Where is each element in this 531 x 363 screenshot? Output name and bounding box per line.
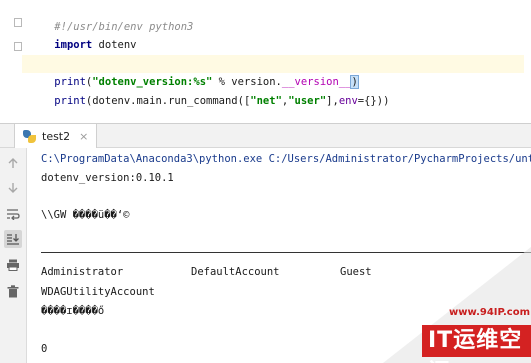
- trash-icon[interactable]: [4, 282, 22, 300]
- fold-marker-icon[interactable]: [14, 18, 22, 27]
- console-user-entry: Guest: [340, 266, 372, 278]
- arrow-down-icon[interactable]: [4, 179, 22, 197]
- function-name: print: [54, 95, 86, 107]
- console-garbled-line: \\GW ����ü��‘©: [41, 209, 130, 221]
- console-user-entry: DefaultAccount: [191, 266, 280, 278]
- code-line-from-import[interactable]: from dotenv import version: [29, 37, 218, 70]
- string-literal: "net": [250, 95, 282, 107]
- code-line-shebang[interactable]: #!/usr/bin/env python3: [29, 0, 193, 33]
- soft-wrap-icon[interactable]: [4, 205, 22, 223]
- run-window-header: test2 ×: [0, 123, 531, 148]
- console-command-line: C:\ProgramData\Anaconda3\python.exe C:/U…: [41, 153, 531, 165]
- keyword-argument: env: [338, 95, 358, 107]
- arrow-up-icon[interactable]: [4, 154, 22, 172]
- print-icon[interactable]: [4, 256, 22, 274]
- run-tab-label: test2: [42, 129, 71, 143]
- code-editor[interactable]: #!/usr/bin/env python3 import dotenv fro…: [0, 0, 531, 123]
- console-exit-code: 0: [41, 343, 48, 355]
- python-file-icon: [23, 129, 36, 143]
- code-text: (dotenv.main.run_command([: [85, 95, 251, 107]
- watermark-brand: IT运维空间: [422, 325, 531, 363]
- code-line-import[interactable]: import dotenv: [29, 18, 136, 51]
- code-text: ],: [326, 95, 339, 107]
- code-line-print-version[interactable]: print("dotenv_version:%s" % version.__ve…: [22, 55, 524, 89]
- watermark: www.94IP.com IT运维空间: [383, 247, 531, 363]
- code-line-run-command[interactable]: print(dotenv.main.run_command(["net","us…: [29, 74, 389, 107]
- run-toolbar: [0, 148, 27, 363]
- fold-marker-icon[interactable]: [14, 42, 22, 51]
- run-tab-test2[interactable]: test2 ×: [14, 124, 98, 148]
- console-garbled-line: ����ɪ����ő: [41, 305, 105, 317]
- close-icon[interactable]: ×: [79, 130, 88, 143]
- console-user-entry: WDAGUtilityAccount: [41, 286, 155, 298]
- code-text: ={})): [357, 95, 390, 107]
- string-literal: "user": [288, 95, 327, 107]
- editor-gutter: [0, 0, 22, 123]
- console-version-line: dotenv_version:0.10.1: [41, 172, 174, 184]
- watermark-url: www.94IP.com: [449, 307, 531, 318]
- console-user-entry: Administrator: [41, 266, 124, 278]
- scroll-to-end-icon[interactable]: [4, 230, 22, 248]
